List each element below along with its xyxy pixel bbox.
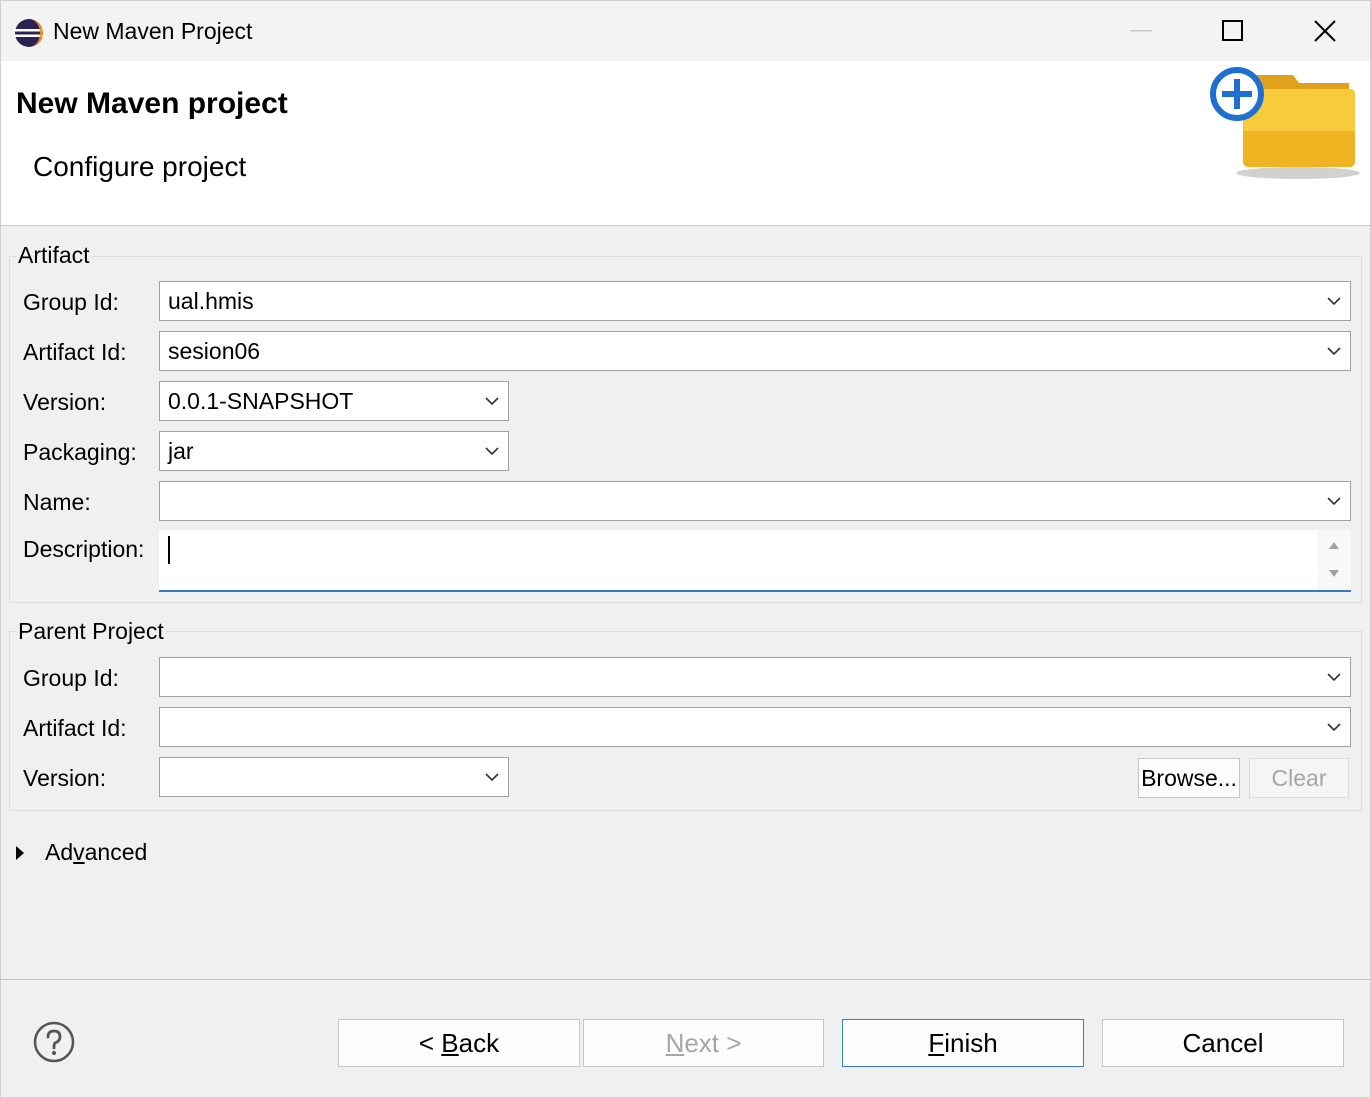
advanced-expander[interactable]: Advanced <box>13 839 147 866</box>
parent-group-id-label: Group Id: <box>23 665 119 691</box>
new-folder-icon <box>1210 67 1360 179</box>
description-textarea[interactable] <box>159 530 1351 592</box>
maximize-icon <box>1222 20 1243 41</box>
name-combo[interactable] <box>159 481 1351 521</box>
maximize-button[interactable] <box>1187 1 1279 61</box>
packaging-label: Packaging: <box>23 439 137 465</box>
chevron-down-icon[interactable] <box>484 444 500 458</box>
clear-button[interactable]: Clear <box>1249 758 1349 798</box>
eclipse-icon <box>15 19 43 47</box>
version-label: Version: <box>23 389 107 415</box>
description-scrollbar[interactable] <box>1317 530 1351 590</box>
wizard-banner: New Maven project Configure project <box>1 61 1370 226</box>
chevron-down-icon[interactable] <box>484 770 500 784</box>
advanced-label[interactable]: Advanced <box>45 839 147 866</box>
expand-triangle-icon[interactable] <box>13 844 27 862</box>
minimize-icon <box>1130 30 1152 32</box>
finish-button[interactable]: Finish <box>842 1019 1084 1067</box>
next-button[interactable]: Next > <box>583 1019 824 1067</box>
packaging-value: jar <box>168 438 194 464</box>
chevron-down-icon[interactable] <box>1326 344 1342 358</box>
minimize-button[interactable] <box>1095 1 1187 61</box>
cancel-button[interactable]: Cancel <box>1102 1019 1344 1067</box>
scroll-down-icon[interactable] <box>1328 569 1340 579</box>
window-title: New Maven Project <box>53 18 253 44</box>
chevron-down-icon[interactable] <box>484 394 500 408</box>
name-label: Name: <box>23 489 91 515</box>
chevron-down-icon[interactable] <box>1326 670 1342 684</box>
text-caret <box>168 536 170 564</box>
group-id-label: Group Id: <box>23 289 119 315</box>
artifact-group-label: Artifact <box>16 242 92 269</box>
chevron-down-icon[interactable] <box>1326 294 1342 308</box>
version-combo[interactable]: 0.0.1-SNAPSHOT <box>159 381 509 421</box>
title-bar[interactable]: New Maven Project <box>1 1 1370 61</box>
version-value: 0.0.1-SNAPSHOT <box>168 388 354 414</box>
parent-artifact-id-combo[interactable] <box>159 707 1351 747</box>
footer-separator <box>1 979 1370 980</box>
help-icon[interactable] <box>33 1021 75 1063</box>
close-icon <box>1314 20 1336 42</box>
dialog-window: New Maven Project New Maven project Conf… <box>0 0 1371 1098</box>
group-id-value: ual.hmis <box>168 288 254 314</box>
artifact-id-label: Artifact Id: <box>23 339 127 365</box>
close-button[interactable] <box>1279 1 1371 61</box>
page-subtitle: Configure project <box>33 151 247 182</box>
scroll-up-icon[interactable] <box>1328 540 1340 550</box>
artifact-id-combo[interactable]: sesion06 <box>159 331 1351 371</box>
page-title: New Maven project <box>16 87 288 120</box>
parent-version-combo[interactable] <box>159 757 509 797</box>
parent-artifact-id-label: Artifact Id: <box>23 715 127 741</box>
group-id-combo[interactable]: ual.hmis <box>159 281 1351 321</box>
artifact-id-value: sesion06 <box>168 338 261 364</box>
description-label: Description: <box>23 536 145 562</box>
parent-project-group-label: Parent Project <box>16 618 166 645</box>
back-button[interactable]: < Back <box>338 1019 580 1067</box>
chevron-down-icon[interactable] <box>1326 720 1342 734</box>
parent-version-label: Version: <box>23 765 107 791</box>
chevron-down-icon[interactable] <box>1326 494 1342 508</box>
parent-group-id-combo[interactable] <box>159 657 1351 697</box>
browse-button[interactable]: Browse... <box>1138 758 1240 798</box>
packaging-combo[interactable]: jar <box>159 431 509 471</box>
